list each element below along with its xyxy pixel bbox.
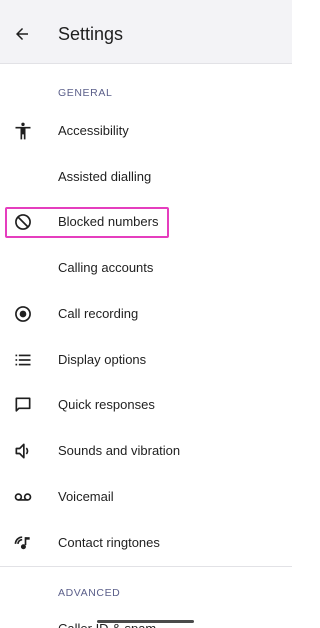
app-bar: Settings — [0, 8, 292, 64]
volume-icon — [11, 439, 35, 463]
settings-item-call-recording[interactable]: Call recording — [0, 291, 292, 337]
settings-item-label: Display options — [58, 352, 147, 367]
settings-item-label: Voicemail — [58, 489, 114, 504]
page-title: Settings — [58, 24, 124, 44]
settings-item-label: Blocked numbers — [58, 214, 159, 229]
settings-item-label: Assisted dialling — [58, 169, 152, 184]
arrow-back-icon — [13, 25, 31, 43]
record-icon — [11, 302, 35, 326]
settings-item-label: Calling accounts — [58, 260, 154, 275]
settings-item-label: Quick responses — [58, 397, 155, 412]
settings-item-label: Contact ringtones — [58, 535, 160, 550]
block-icon — [11, 210, 35, 234]
divider — [0, 566, 292, 567]
accessibility-icon — [11, 119, 35, 143]
settings-item-contact-ringtones[interactable]: Contact ringtones — [0, 520, 292, 566]
section-header-general: GENERAL — [58, 87, 113, 99]
settings-item-assisted-dialling[interactable]: Assisted dialling — [0, 154, 292, 200]
list-icon — [11, 348, 35, 372]
settings-item-label: Sounds and vibration — [58, 443, 181, 458]
settings-item-calling-accounts[interactable]: Calling accounts — [0, 245, 292, 291]
voicemail-icon — [11, 485, 35, 509]
back-button[interactable] — [10, 22, 34, 46]
navigation-handle — [97, 620, 194, 623]
settings-item-label: Call recording — [58, 306, 139, 321]
ringtone-icon — [11, 531, 35, 555]
status-bar — [0, 0, 292, 8]
settings-item-sounds-and-vibration[interactable]: Sounds and vibration — [0, 428, 292, 474]
settings-item-label: Accessibility — [58, 123, 129, 138]
settings-item-quick-responses[interactable]: Quick responses — [0, 382, 292, 428]
message-icon — [11, 393, 35, 417]
settings-item-accessibility[interactable]: Accessibility — [0, 108, 292, 154]
section-header-advanced: ADVANCED — [58, 587, 121, 599]
settings-item-blocked-numbers[interactable]: Blocked numbers — [0, 199, 292, 245]
settings-item-display-options[interactable]: Display options — [0, 337, 292, 383]
settings-item-voicemail[interactable]: Voicemail — [0, 474, 292, 520]
